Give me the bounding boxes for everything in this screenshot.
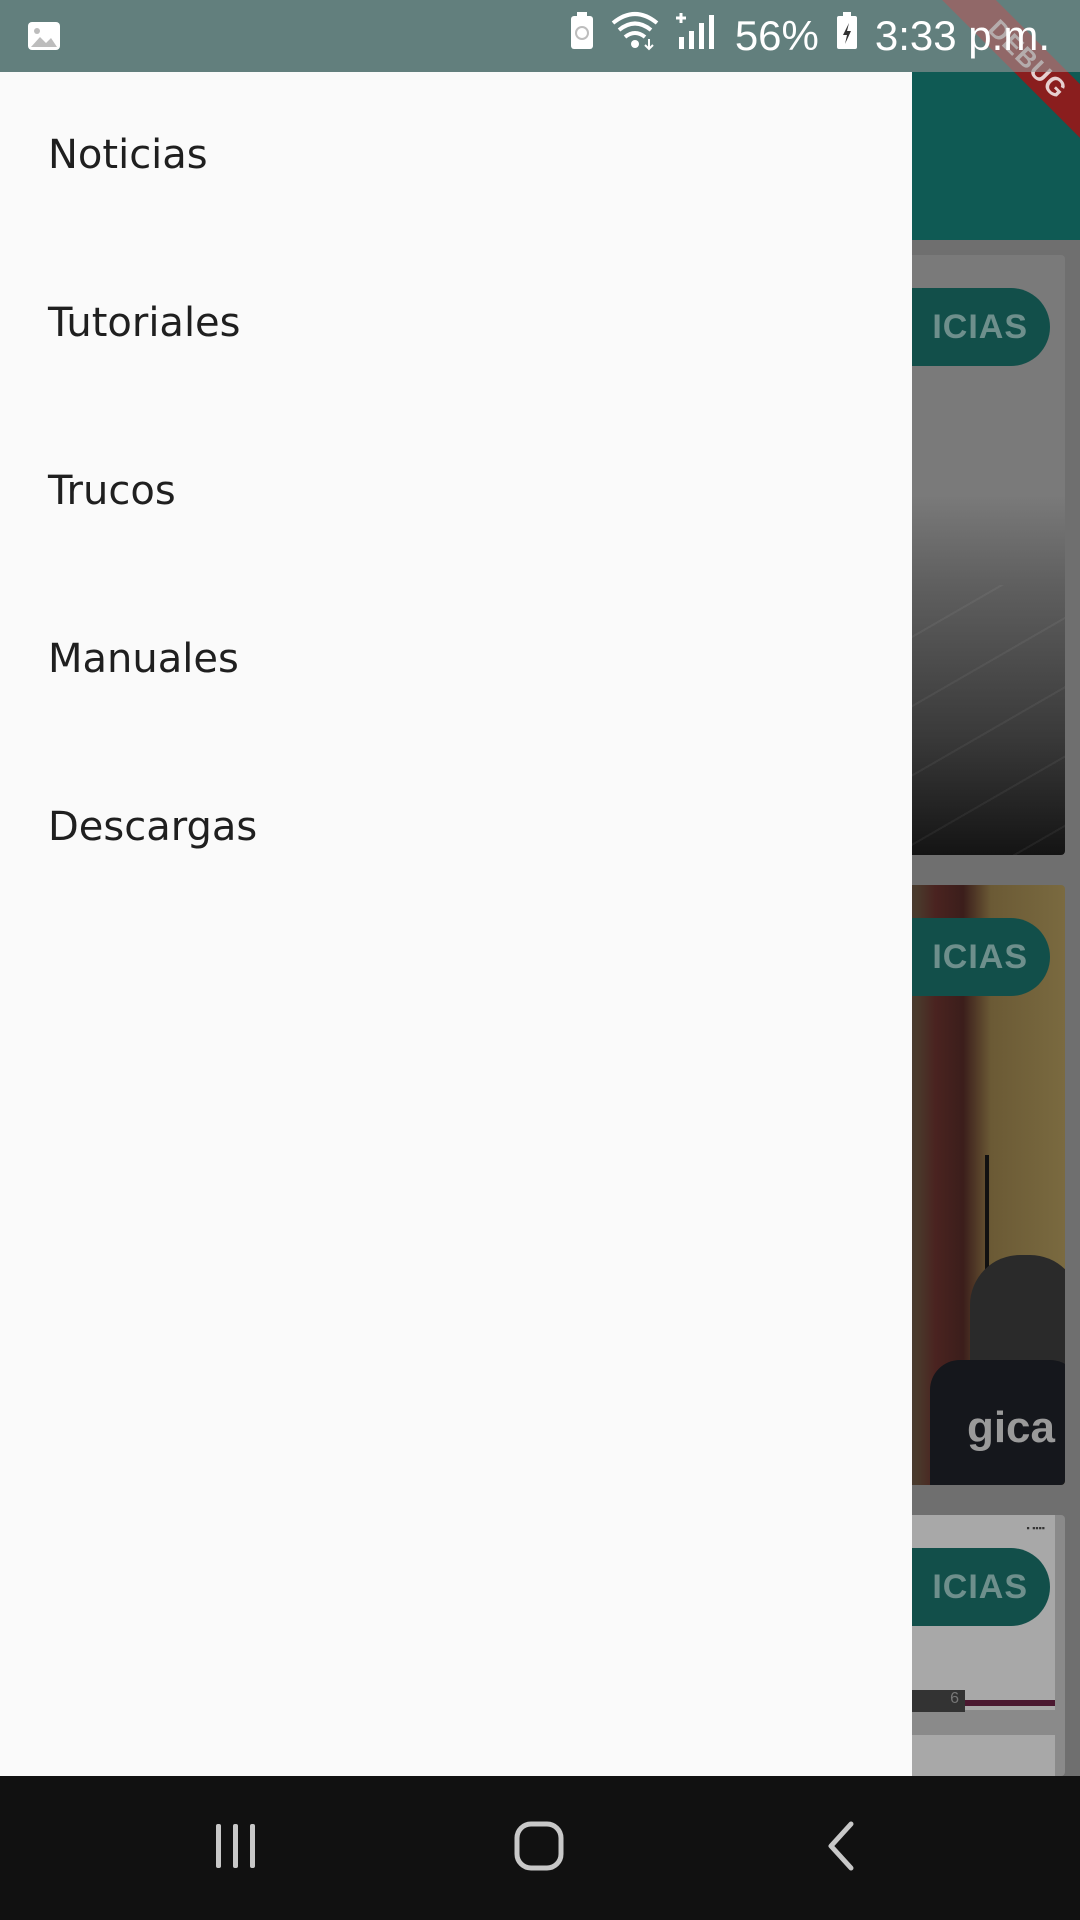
navigation-drawer: Noticias Tutoriales Trucos Manuales Desc…	[0, 72, 912, 1776]
home-icon	[513, 1820, 565, 1877]
drawer-item-tutoriales[interactable]: Tutoriales	[48, 300, 241, 346]
image-icon	[26, 18, 62, 64]
battery-charging-icon	[835, 11, 859, 61]
back-icon	[821, 1820, 861, 1877]
wifi-icon	[611, 11, 659, 61]
card-image-text: ▪ ▪▪▪▪	[1026, 1523, 1045, 1533]
status-bar: 56% 3:33 p.m.	[0, 0, 1080, 72]
drawer-item-trucos[interactable]: Trucos	[48, 468, 176, 514]
drawer-item-manuales[interactable]: Manuales	[48, 636, 239, 682]
recents-icon	[211, 1821, 261, 1876]
system-nav-bar	[0, 1776, 1080, 1920]
home-button[interactable]	[469, 1776, 609, 1920]
battery-saver-icon	[569, 11, 595, 61]
back-button[interactable]	[771, 1776, 911, 1920]
microphone-stand	[985, 1155, 989, 1275]
drawer-item-noticias[interactable]: Noticias	[48, 132, 208, 178]
signal-icon	[675, 11, 719, 61]
battery-percent: 56%	[734, 12, 819, 59]
clock: 3:33 p.m.	[874, 12, 1050, 59]
drawer-item-descargas[interactable]: Descargas	[48, 804, 257, 850]
recents-button[interactable]	[166, 1776, 306, 1920]
